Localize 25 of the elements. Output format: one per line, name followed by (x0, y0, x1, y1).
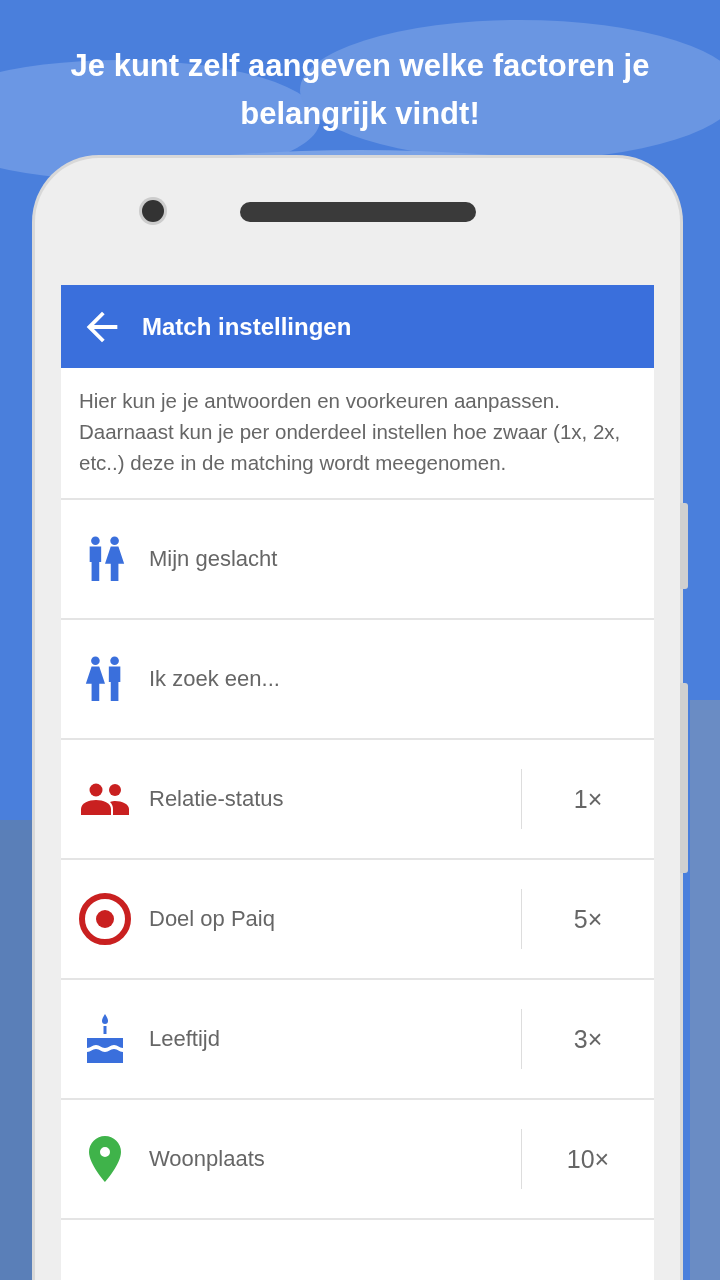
settings-row[interactable]: Leeftijd 3× (61, 980, 654, 1100)
row-label: Leeftijd (149, 1026, 221, 1052)
settings-row[interactable]: Doel op Paiq 5× (61, 860, 654, 980)
row-label: Doel op Paiq (149, 906, 276, 932)
weight-value[interactable]: 5× (522, 904, 654, 934)
cake-icon (85, 1014, 125, 1064)
row-label: Relatie-status (149, 786, 285, 812)
app-bar-title: Match instellingen (142, 312, 352, 341)
settings-row[interactable]: Relatie-status 1× (61, 740, 654, 860)
row-label: Woonplaats (149, 1146, 266, 1172)
weight-value[interactable]: 1× (522, 784, 654, 814)
settings-row[interactable]: Woonplaats 10× (61, 1100, 654, 1220)
headline: Je kunt zelf aangeven welke factoren je belangrijk vindt! (69, 47, 651, 133)
settings-row[interactable]: Mijn geslacht (61, 500, 654, 620)
description-text: Hier kun je je antwoorden en voorkeuren aanpassen. Daarnaast kun je per onderdeel instellen hoe zwaar (1x, 2x, etc..) deze in de matching wordt meegenomen. (61, 368, 654, 500)
target-icon (78, 892, 132, 946)
weight-value[interactable]: 3× (522, 1024, 654, 1054)
camera-icon (142, 200, 164, 222)
people-icon (81, 783, 129, 815)
location-pin-icon (89, 1136, 121, 1182)
settings-row[interactable]: Ik zoek een... (61, 620, 654, 740)
speaker-icon (240, 202, 476, 222)
row-label: Mijn geslacht (149, 546, 279, 572)
weight-value[interactable]: 10× (522, 1144, 654, 1174)
row-label: Ik zoek een... (149, 666, 281, 692)
